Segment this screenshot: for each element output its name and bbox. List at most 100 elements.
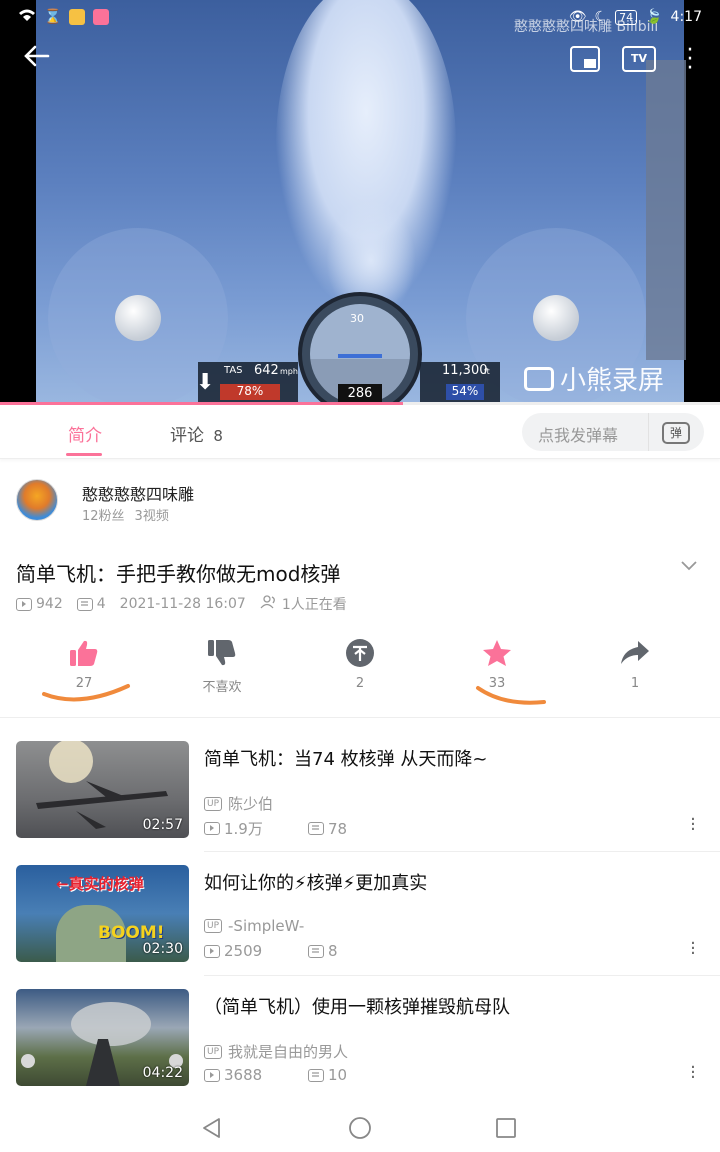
related-video-title: 如何让你的⚡核弹⚡更加真实 [204,873,428,894]
active-tab-indicator [66,453,102,456]
play-count: 3688 [224,1066,263,1084]
wifi-icon [18,8,36,26]
play-icon [204,822,220,835]
list-separator [204,975,720,976]
uploader-name: -SimpleW- [228,917,305,935]
related-video-stats: 1.9万 78 [204,818,347,839]
danmaku-count: 10 [328,1066,348,1084]
related-video-title: 简单飞机：当74 枚核弹 从天而降~ [204,749,488,770]
altitude-readout: 11,300 ft 54% [420,362,500,402]
recorder-watermark-text: 小熊录屏 [560,366,665,396]
heading-readout: 286 [338,384,382,404]
dislike-button[interactable]: 不喜欢 [172,638,272,695]
nav-recents-icon[interactable] [494,1116,518,1144]
related-video-item[interactable]: 04:22 （简单飞机）使用一颗核弹摧毁航母队 UP 我就是自由的男人 3688 … [0,989,720,1107]
star-icon [447,638,547,668]
play-count: 2509 [224,942,263,960]
system-nav-bar [0,1102,720,1152]
tab-comments-count: 8 [213,427,223,445]
altitude-value: 11,300 [442,363,488,378]
list-separator [204,851,720,852]
more-vertical-icon[interactable]: · · · [690,1059,696,1087]
danmaku-input[interactable]: 点我发弹幕 [538,422,618,446]
coin-count: 2 [355,676,365,691]
aircraft-marker [338,354,382,358]
recorder-watermark: 小熊录屏 [524,360,664,397]
related-video-thumbnail[interactable]: 02:57 [16,741,189,838]
dislike-label: 不喜欢 [202,680,242,695]
more-vertical-icon[interactable]: · · · [690,935,696,963]
play-count: 1.9万 [224,820,263,838]
publish-date: 2021-11-28 16:07 [119,596,246,612]
play-count: 942 [16,596,63,612]
cast-tv-icon[interactable]: TV [622,46,656,72]
battery-icon: 74 [615,9,638,25]
video-duration: 02:57 [142,817,183,833]
section-divider [0,717,720,718]
status-bar: ⌛ 👁 ☾ 74 🍃 4:17 [0,0,720,34]
eye-icon: 👁 [568,9,587,25]
nav-home-icon[interactable] [348,1116,372,1144]
tab-comments[interactable]: 评论 8 [170,421,223,446]
more-vertical-icon[interactable]: · · · [686,40,694,80]
play-icon [204,1068,220,1082]
danmaku-bar: 点我发弹幕 弹 [522,413,704,451]
throttle-readout: 78% [220,384,280,400]
tab-intro[interactable]: 简介 [68,421,102,446]
moon-icon: ☾ [594,9,608,25]
more-vertical-icon[interactable]: · · · [690,811,696,839]
joystick-knob [115,295,161,341]
play-icon [204,944,220,958]
up-badge: UP [204,796,223,811]
back-arrow-icon[interactable] [22,44,50,74]
danmaku-toggle-button[interactable]: 弹 [648,413,704,451]
share-count: 1 [630,676,640,691]
nav-back-icon[interactable] [200,1116,224,1144]
related-video-item[interactable]: ←真实的核弹 BOOM! 02:30 如何让你的⚡核弹⚡更加真实 UP -Simp… [0,865,720,983]
danmaku-count: 78 [328,819,348,838]
thumbs-up-icon [34,638,134,668]
video-player[interactable]: 30 30 TAS 642 mph 78% ⬇ 11,300 ft 54% 28… [0,0,720,404]
related-video-stats: 3688 10 [204,1066,347,1084]
like-annotation-underline [42,684,130,702]
picture-in-picture-icon[interactable] [570,46,600,72]
video-meta: 942 4 2021-11-28 16:07 1人正在看 [16,594,361,614]
play-count-value: 942 [36,596,63,612]
uploader-fans: 12粉丝 [82,509,125,524]
uploader-avatar[interactable] [16,479,58,521]
danmaku-count: 4 [76,596,106,612]
danmaku-icon [308,822,324,835]
related-video-uploader: UP -SimpleW- [204,917,304,935]
detail-tabs: 简介 评论 8 点我发弹幕 弹 [0,405,720,459]
speed-label: TAS [224,365,243,376]
chevron-down-icon[interactable] [680,556,698,574]
video-title: 简单飞机：手把手教你做无mod核弹 [16,562,341,586]
share-button[interactable]: 1 [585,638,685,691]
related-video-title: （简单飞机）使用一颗核弹摧毁航母队 [204,997,510,1018]
watching-now-value: 1人正在看 [281,597,347,613]
up-badge: UP [204,1044,223,1059]
danmaku-toggle-icon: 弹 [662,422,690,444]
danmaku-icon [308,1068,324,1082]
watching-now: 1人正在看 [260,594,347,614]
app-notification-icon [69,9,86,25]
favorite-annotation-underline [476,686,546,705]
uploader-name: 陈少伯 [228,795,274,813]
coin-button[interactable]: 2 [310,638,410,691]
uploader-videos: 3视频 [134,509,169,524]
play-icon [16,597,32,611]
uploader-name[interactable]: 憨憨憨憨四味雕 [82,481,194,505]
camera-icon [524,366,554,391]
up-badge: UP [204,919,223,933]
tab-comments-label: 评论 [170,426,204,446]
related-video-item[interactable]: 02:57 简单飞机：当74 枚核弹 从天而降~ UP 陈少伯 1.9万 78 ·… [0,741,720,859]
related-video-thumbnail[interactable]: ←真实的核弹 BOOM! 02:30 [16,865,189,962]
thumbnail-boom-text: BOOM! [98,923,165,943]
bilibili-notification-icon [93,9,110,25]
pitch-top-label: 30 [350,312,364,325]
related-video-thumbnail[interactable]: 04:22 [16,989,189,1086]
uploader-name: 我就是自由的男人 [228,1043,349,1061]
share-arrow-icon [585,638,685,668]
fuel-readout: 54% [446,384,484,400]
danmaku-count: 8 [328,942,338,960]
